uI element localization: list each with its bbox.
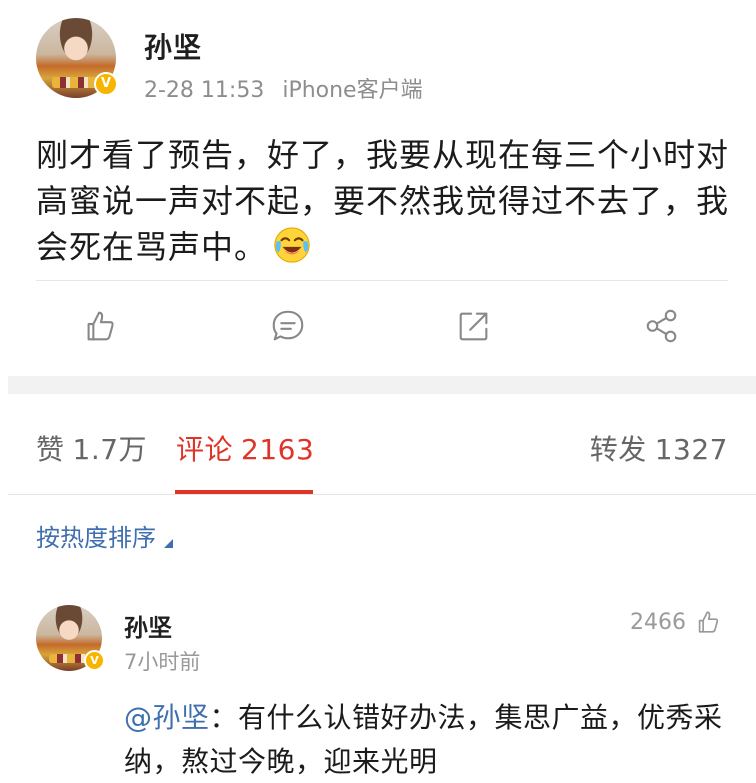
comment-like-button[interactable]: 2466: [630, 608, 722, 636]
post-meta: 2-28 11:53 iPhone客户端: [144, 72, 423, 104]
comment-like-count: 2466: [630, 609, 686, 635]
interaction-tabs: 赞 1.7万 评论 2163 转发 1327: [0, 394, 756, 494]
repost-button[interactable]: [452, 300, 496, 352]
sort-dropdown[interactable]: 按热度排序: [36, 518, 173, 553]
tab-likes-count: 1.7万: [72, 433, 148, 466]
repost-icon: [459, 312, 488, 341]
post-source: iPhone客户端: [282, 78, 423, 103]
tab-likes[interactable]: 赞 1.7万: [36, 428, 147, 468]
post-header: V 孙坚 2-28 11:53 iPhone客户端: [0, 0, 756, 115]
thumbs-up-icon: [698, 611, 719, 633]
tab-reposts-label: 转发: [589, 433, 647, 466]
author-avatar[interactable]: V: [36, 18, 118, 98]
tab-comments[interactable]: 评论 2163: [176, 428, 314, 468]
divider: [36, 280, 728, 281]
comment-text-content: ：有什么认错好办法，集思广益，优秀采纳，熬过今晚，迎来光明: [124, 701, 723, 778]
tab-likes-label: 赞: [36, 433, 65, 466]
section-divider: [8, 376, 756, 394]
tab-comments-count: 2163: [241, 433, 315, 466]
comment-avatar[interactable]: V: [36, 605, 105, 671]
action-bar: [0, 300, 756, 354]
verified-badge-icon: V: [84, 650, 105, 671]
post-timestamp: 2-28 11:53: [144, 78, 265, 103]
post-text: 刚才看了预告，好了，我要从现在每三个小时对高蜜说一声对不起，要不然我觉得过不去了…: [36, 132, 736, 270]
tab-comments-label: 评论: [176, 433, 234, 466]
comment-author[interactable]: 孙坚: [124, 608, 172, 643]
share-button[interactable]: [640, 300, 684, 352]
share-icon: [646, 309, 677, 343]
comment-bubble-icon: [272, 310, 304, 341]
comment-time: 7小时前: [124, 650, 201, 674]
like-button[interactable]: [78, 300, 122, 352]
comment-text: @孙坚：有什么认错好办法，集思广益，优秀采纳，熬过今晚，迎来光明: [124, 696, 734, 783]
author-name[interactable]: 孙坚: [144, 26, 202, 66]
verified-badge-icon: V: [94, 72, 118, 96]
tab-reposts-count: 1327: [654, 433, 728, 466]
crying-laughing-emoji-icon: [274, 227, 310, 263]
tabs-divider: [8, 494, 756, 495]
thumbs-up-icon: [87, 311, 114, 341]
mention-link[interactable]: @孙坚: [124, 701, 210, 734]
post-text-content: 刚才看了预告，好了，我要从现在每三个小时对高蜜说一声对不起，要不然我觉得过不去了…: [36, 136, 730, 266]
tab-reposts[interactable]: 转发 1327: [590, 428, 728, 468]
comment-button[interactable]: [266, 300, 310, 352]
sort-label: 按热度排序: [36, 524, 156, 552]
caret-icon: [164, 539, 173, 548]
